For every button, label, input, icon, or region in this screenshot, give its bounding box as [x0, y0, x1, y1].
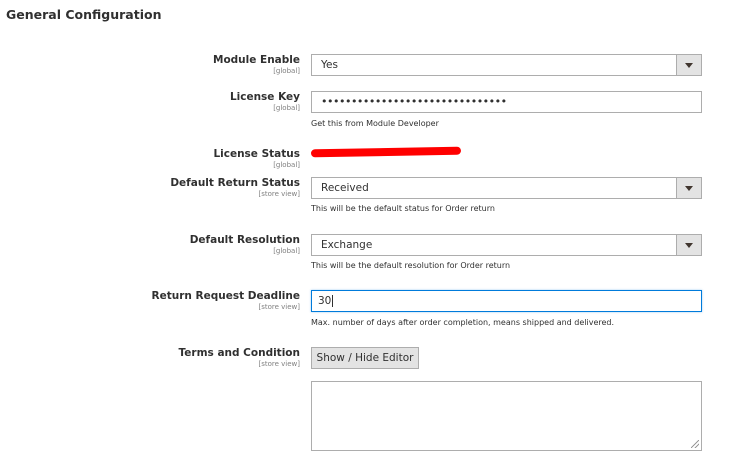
default-return-status-label: Default Return Status — [170, 177, 300, 189]
license-key-scope: [global] — [273, 104, 300, 112]
default-return-status-select[interactable]: Received — [311, 177, 702, 199]
license-status-label: License Status — [213, 148, 300, 160]
license-status-scope: [global] — [273, 161, 300, 169]
default-return-status-scope: [store view] — [258, 190, 300, 198]
chevron-down-icon[interactable] — [676, 235, 701, 255]
default-resolution-label: Default Resolution — [189, 234, 300, 246]
terms-and-condition-label: Terms and Condition — [178, 347, 300, 359]
chevron-down-icon[interactable] — [676, 178, 701, 198]
license-key-input[interactable]: ••••••••••••••••••••••••••••••• — [311, 91, 702, 113]
resize-grip-icon[interactable] — [691, 440, 699, 448]
default-return-status-note: This will be the default status for Orde… — [311, 204, 495, 213]
default-resolution-value: Exchange — [321, 239, 373, 251]
terms-and-condition-scope: [store view] — [258, 360, 300, 368]
show-hide-editor-button[interactable]: Show / Hide Editor — [311, 347, 419, 369]
return-request-deadline-note: Max. number of days after order completi… — [311, 318, 615, 327]
section-title: General Configuration — [6, 7, 162, 22]
return-request-deadline-input[interactable]: 30 — [311, 290, 702, 312]
default-resolution-select[interactable]: Exchange — [311, 234, 702, 256]
license-key-note: Get this from Module Developer — [311, 119, 439, 128]
redaction-mark — [310, 146, 462, 158]
module-enable-label: Module Enable — [213, 54, 300, 66]
module-enable-scope: [global] — [273, 67, 300, 75]
module-enable-value: Yes — [321, 59, 338, 71]
license-key-label: License Key — [229, 91, 300, 103]
return-request-deadline-scope: [store view] — [258, 303, 300, 311]
license-key-value: ••••••••••••••••••••••••••••••• — [321, 95, 507, 108]
return-request-deadline-label: Return Request Deadline — [151, 290, 301, 302]
text-caret — [332, 295, 334, 307]
default-resolution-note: This will be the default resolution for … — [311, 261, 511, 270]
terms-and-condition-textarea[interactable] — [311, 381, 702, 451]
default-resolution-scope: [global] — [273, 247, 300, 255]
module-enable-select[interactable]: Yes — [311, 54, 702, 76]
chevron-down-icon[interactable] — [676, 55, 701, 75]
default-return-status-value: Received — [321, 182, 369, 194]
return-request-deadline-value: 30 — [318, 295, 332, 307]
